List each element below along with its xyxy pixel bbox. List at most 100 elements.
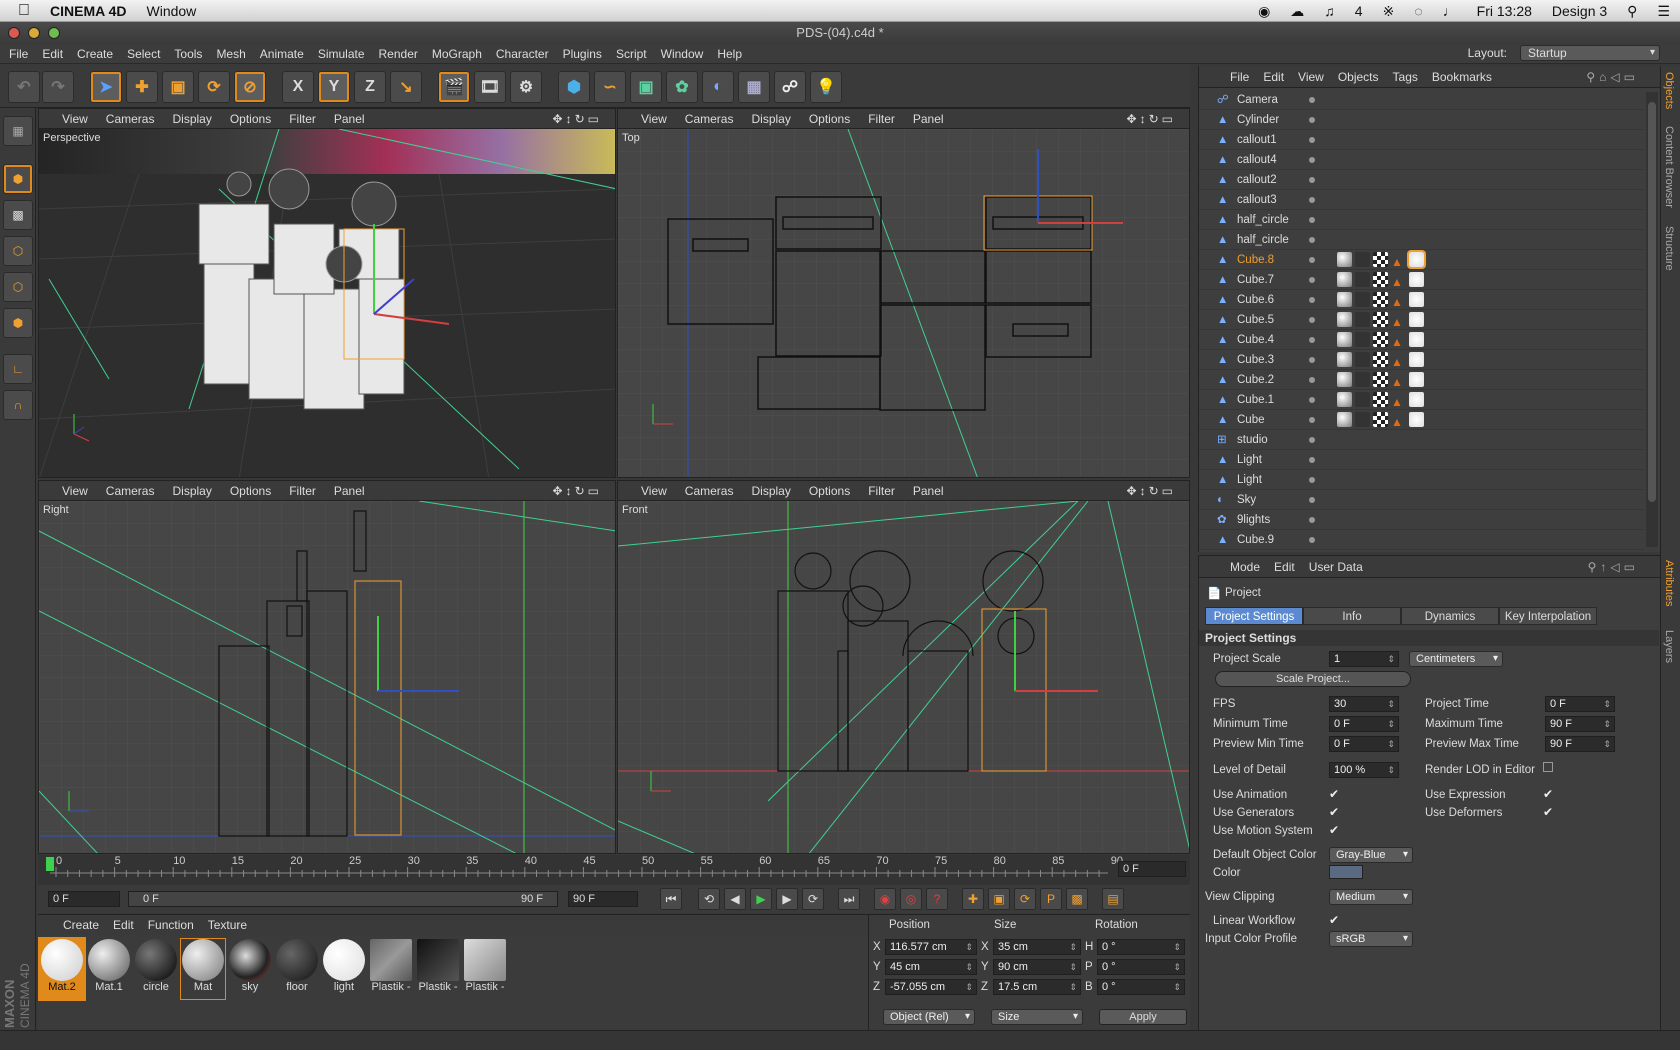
material-tag-icon[interactable]	[1409, 412, 1424, 427]
visibility-dot[interactable]	[1309, 537, 1315, 543]
start-frame-field[interactable]: 0 F	[48, 891, 120, 907]
viewport-nav-icons[interactable]: ✥↕↻▭	[1118, 484, 1185, 498]
menu-tools[interactable]: Tools	[167, 47, 209, 61]
menu-file[interactable]: File	[2, 47, 35, 61]
visibility-dot[interactable]	[1309, 397, 1315, 403]
material-tag-icon[interactable]	[1337, 252, 1352, 267]
keyframe-selection-icon[interactable]: ?	[926, 888, 948, 910]
next-key-icon[interactable]: ⟳	[802, 888, 824, 910]
object-row[interactable]: ▲ Light	[1199, 470, 1644, 490]
key-param-icon[interactable]: P	[1040, 888, 1062, 910]
obj-menu-view[interactable]: View	[1291, 70, 1331, 84]
material-tag-icon[interactable]	[1337, 372, 1352, 387]
menu-plugins[interactable]: Plugins	[556, 47, 609, 61]
size-mode-dropdown[interactable]: Size	[991, 1009, 1083, 1025]
viewport-nav-icons[interactable]: ✥↕↻▭	[1118, 112, 1185, 126]
menu-window[interactable]: Window	[654, 47, 711, 61]
object-row[interactable]: ▲ Cube.2 ▲	[1199, 370, 1644, 390]
material-tag-icon[interactable]	[1373, 272, 1388, 287]
visibility-dot[interactable]	[1309, 177, 1315, 183]
move-tool-icon[interactable]: ✚	[126, 71, 158, 103]
material-item[interactable]: Mat.2	[38, 937, 86, 1001]
attr-menu-userdata[interactable]: User Data	[1302, 560, 1370, 574]
vp-menu-view[interactable]: View	[632, 112, 676, 126]
visibility-dot[interactable]	[1309, 357, 1315, 363]
material-tag-icon[interactable]	[1409, 292, 1424, 307]
visibility-dot[interactable]	[1309, 337, 1315, 343]
material-tag-icon[interactable]: ▲	[1391, 252, 1406, 269]
close-window-button[interactable]	[8, 27, 20, 39]
material-item[interactable]: Plastik -	[463, 939, 507, 999]
nurbs-icon[interactable]: ▣	[630, 71, 662, 103]
vp-menu-display[interactable]: Display	[742, 112, 799, 126]
window-menu[interactable]: Window	[147, 3, 197, 19]
vp-menu-cameras[interactable]: Cameras	[97, 484, 164, 498]
object-row[interactable]: ▲ callout4	[1199, 150, 1644, 170]
visibility-dot[interactable]	[1309, 377, 1315, 383]
prev-frame-icon[interactable]: ◀	[724, 888, 746, 910]
vp-menu-cameras[interactable]: Cameras	[676, 484, 743, 498]
app-menu[interactable]: CINEMA 4D	[50, 3, 127, 19]
tab-key-interpolation[interactable]: Key Interpolation	[1499, 607, 1597, 625]
key-scale-icon[interactable]: ▣	[988, 888, 1010, 910]
vp-menu-panel[interactable]: Panel	[325, 484, 374, 498]
menu-render[interactable]: Render	[372, 47, 425, 61]
use-generators-checkbox[interactable]: ✔	[1329, 805, 1339, 819]
spotlight-icon[interactable]: ⚲	[1627, 3, 1637, 20]
material-tag-icon[interactable]	[1337, 312, 1352, 327]
position-y-field[interactable]: 45 cm	[885, 959, 977, 975]
material-tag-icon[interactable]: ▲	[1391, 292, 1406, 309]
vp-menu-options[interactable]: Options	[800, 112, 859, 126]
menu-character[interactable]: Character	[489, 47, 556, 61]
tab-project-settings[interactable]: Project Settings	[1205, 607, 1303, 625]
visibility-dot[interactable]	[1309, 257, 1315, 263]
material-tag-icon[interactable]	[1409, 272, 1424, 287]
user-name[interactable]: Design 3	[1552, 3, 1607, 19]
material-tag-icon[interactable]	[1373, 292, 1388, 307]
default-color-dropdown[interactable]: Gray-Blue	[1329, 847, 1413, 863]
vp-menu-cameras[interactable]: Cameras	[97, 112, 164, 126]
menu-mesh[interactable]: Mesh	[209, 47, 252, 61]
cloud-icon[interactable]: ☁	[1290, 3, 1304, 20]
wifi-icon[interactable]: ◌	[1414, 3, 1422, 19]
visibility-dot[interactable]	[1309, 497, 1315, 503]
material-tag-icon[interactable]	[1373, 332, 1388, 347]
key-rotation-icon[interactable]: ⟳	[1014, 888, 1036, 910]
object-row[interactable]: ▲ callout1	[1199, 130, 1644, 150]
points-mode-icon[interactable]: ⬡	[3, 236, 33, 266]
material-tag-icon[interactable]	[1355, 252, 1370, 267]
live-selection-icon[interactable]: ➤	[90, 71, 122, 103]
bluetooth-icon[interactable]: ※	[1383, 3, 1395, 20]
material-tag-icon[interactable]	[1355, 392, 1370, 407]
fps-field[interactable]: 30	[1329, 696, 1399, 712]
viewport-front[interactable]: View Cameras Display Options Filter Pane…	[617, 480, 1190, 854]
material-item[interactable]: circle	[134, 939, 178, 999]
material-tag-icon[interactable]: ▲	[1391, 312, 1406, 329]
end-frame-field[interactable]: 90 F	[568, 891, 638, 907]
lod-field[interactable]: 100 %	[1329, 762, 1399, 778]
coord-mode-dropdown[interactable]: Object (Rel)	[883, 1009, 975, 1025]
apple-icon[interactable]: 	[18, 2, 30, 20]
viewport-top[interactable]: View Cameras Display Options Filter Pane…	[617, 108, 1190, 478]
object-row[interactable]: ◐ Sky	[1199, 490, 1644, 510]
menu-simulate[interactable]: Simulate	[311, 47, 372, 61]
notification-list-icon[interactable]: ☰	[1657, 3, 1670, 20]
tab-info[interactable]: Info	[1303, 607, 1401, 625]
material-tag-icon[interactable]	[1355, 332, 1370, 347]
scheme-icon[interactable]: ▤	[1102, 888, 1124, 910]
material-tag-icon[interactable]	[1337, 412, 1352, 427]
scale-tool-icon[interactable]: ▣	[162, 71, 194, 103]
material-tag-icon[interactable]: ▲	[1391, 272, 1406, 289]
visibility-dot[interactable]	[1309, 457, 1315, 463]
axis-x-button[interactable]: X	[282, 71, 314, 103]
material-tag-icon[interactable]	[1355, 312, 1370, 327]
material-tag-icon[interactable]	[1355, 352, 1370, 367]
vp-menu-filter[interactable]: Filter	[280, 112, 325, 126]
obj-menu-bookmarks[interactable]: Bookmarks	[1425, 70, 1499, 84]
make-editable-icon[interactable]: ▦	[3, 116, 33, 146]
rotate-tool-icon[interactable]: ⟳	[198, 71, 230, 103]
visibility-dot[interactable]	[1309, 517, 1315, 523]
viewport-right[interactable]: View Cameras Display Options Filter Pane…	[38, 480, 616, 854]
cube-object-icon[interactable]: ⬢	[558, 71, 590, 103]
material-tag-icon[interactable]	[1373, 252, 1388, 267]
